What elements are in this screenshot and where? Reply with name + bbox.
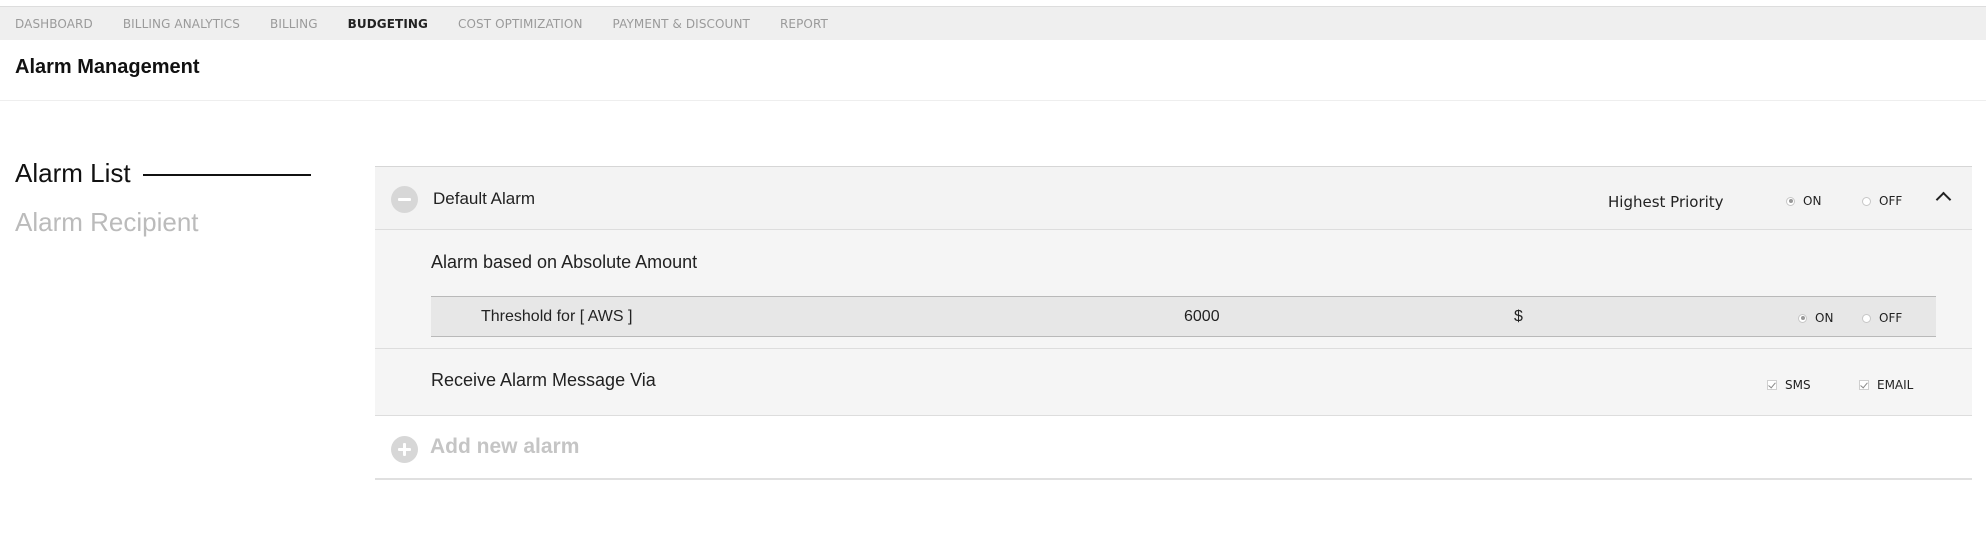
- threshold-row: Threshold for [ AWS ] 6000 $ ON OFF: [431, 296, 1936, 337]
- nav-report[interactable]: REPORT: [780, 17, 828, 31]
- side-item-alarm-recipient[interactable]: Alarm Recipient: [15, 207, 311, 238]
- alarm-name: Default Alarm: [433, 189, 536, 208]
- plus-circle-icon[interactable]: [391, 436, 418, 463]
- priority-on-radio[interactable]: ON: [1786, 194, 1821, 208]
- page-header: Alarm Management: [0, 40, 1986, 101]
- receive-via-row: Receive Alarm Message Via SMS EMAIL: [375, 349, 1972, 416]
- alarm-panel: Default Alarm Highest Priority ON OFF Al…: [375, 166, 1972, 480]
- checkbox-label: EMAIL: [1877, 378, 1914, 392]
- active-indicator-line: [142, 173, 311, 176]
- radio-label: OFF: [1879, 311, 1903, 325]
- nav-billing[interactable]: BILLING: [270, 17, 318, 31]
- checkbox-indicator: [1859, 380, 1869, 390]
- nav-payment-discount[interactable]: PAYMENT & DISCOUNT: [613, 17, 750, 31]
- checkbox-label: SMS: [1785, 378, 1811, 392]
- nav-dashboard[interactable]: DASHBOARD: [15, 17, 93, 31]
- radio-indicator: [1786, 196, 1795, 206]
- side-item-label: Alarm Recipient: [15, 207, 199, 237]
- threshold-off-radio[interactable]: OFF: [1862, 311, 1902, 325]
- minus-circle-icon[interactable]: [391, 186, 418, 213]
- side-item-label: Alarm List: [15, 158, 131, 188]
- currency-symbol: $: [1514, 308, 1523, 325]
- chevron-up-icon[interactable]: [1935, 191, 1952, 208]
- radio-indicator: [1862, 313, 1871, 323]
- radio-label: ON: [1803, 194, 1822, 208]
- radio-indicator: [1798, 313, 1807, 323]
- side-item-alarm-list[interactable]: Alarm List: [15, 158, 311, 189]
- radio-indicator: [1862, 196, 1871, 206]
- alarm-settings: Alarm based on Absolute Amount Threshold…: [375, 230, 1972, 349]
- side-navigation: Alarm List Alarm Recipient: [15, 158, 311, 238]
- email-checkbox[interactable]: EMAIL: [1859, 378, 1913, 392]
- alarm-header: Default Alarm Highest Priority ON OFF: [375, 166, 1972, 230]
- page-title: Alarm Management: [15, 56, 200, 78]
- sms-checkbox[interactable]: SMS: [1767, 378, 1811, 392]
- threshold-value[interactable]: 6000: [1184, 308, 1220, 326]
- top-navigation: DASHBOARD BILLING ANALYTICS BILLING BUDG…: [0, 6, 1986, 40]
- receive-title: Receive Alarm Message Via: [431, 370, 656, 390]
- nav-cost-optimization[interactable]: COST OPTIMIZATION: [458, 17, 583, 31]
- threshold-label: Threshold for [ AWS ]: [481, 308, 633, 325]
- priority-off-radio[interactable]: OFF: [1862, 194, 1902, 208]
- radio-label: ON: [1815, 311, 1834, 325]
- nav-budgeting[interactable]: BUDGETING: [348, 17, 428, 31]
- priority-label: Highest Priority: [1608, 193, 1724, 211]
- add-alarm-button[interactable]: Add new alarm: [430, 435, 579, 459]
- checkbox-indicator: [1767, 380, 1777, 390]
- nav-billing-analytics[interactable]: BILLING ANALYTICS: [123, 17, 240, 31]
- add-alarm-row[interactable]: Add new alarm: [375, 416, 1972, 480]
- radio-label: OFF: [1879, 194, 1903, 208]
- threshold-on-radio[interactable]: ON: [1798, 311, 1833, 325]
- section-title: Alarm based on Absolute Amount: [431, 252, 698, 272]
